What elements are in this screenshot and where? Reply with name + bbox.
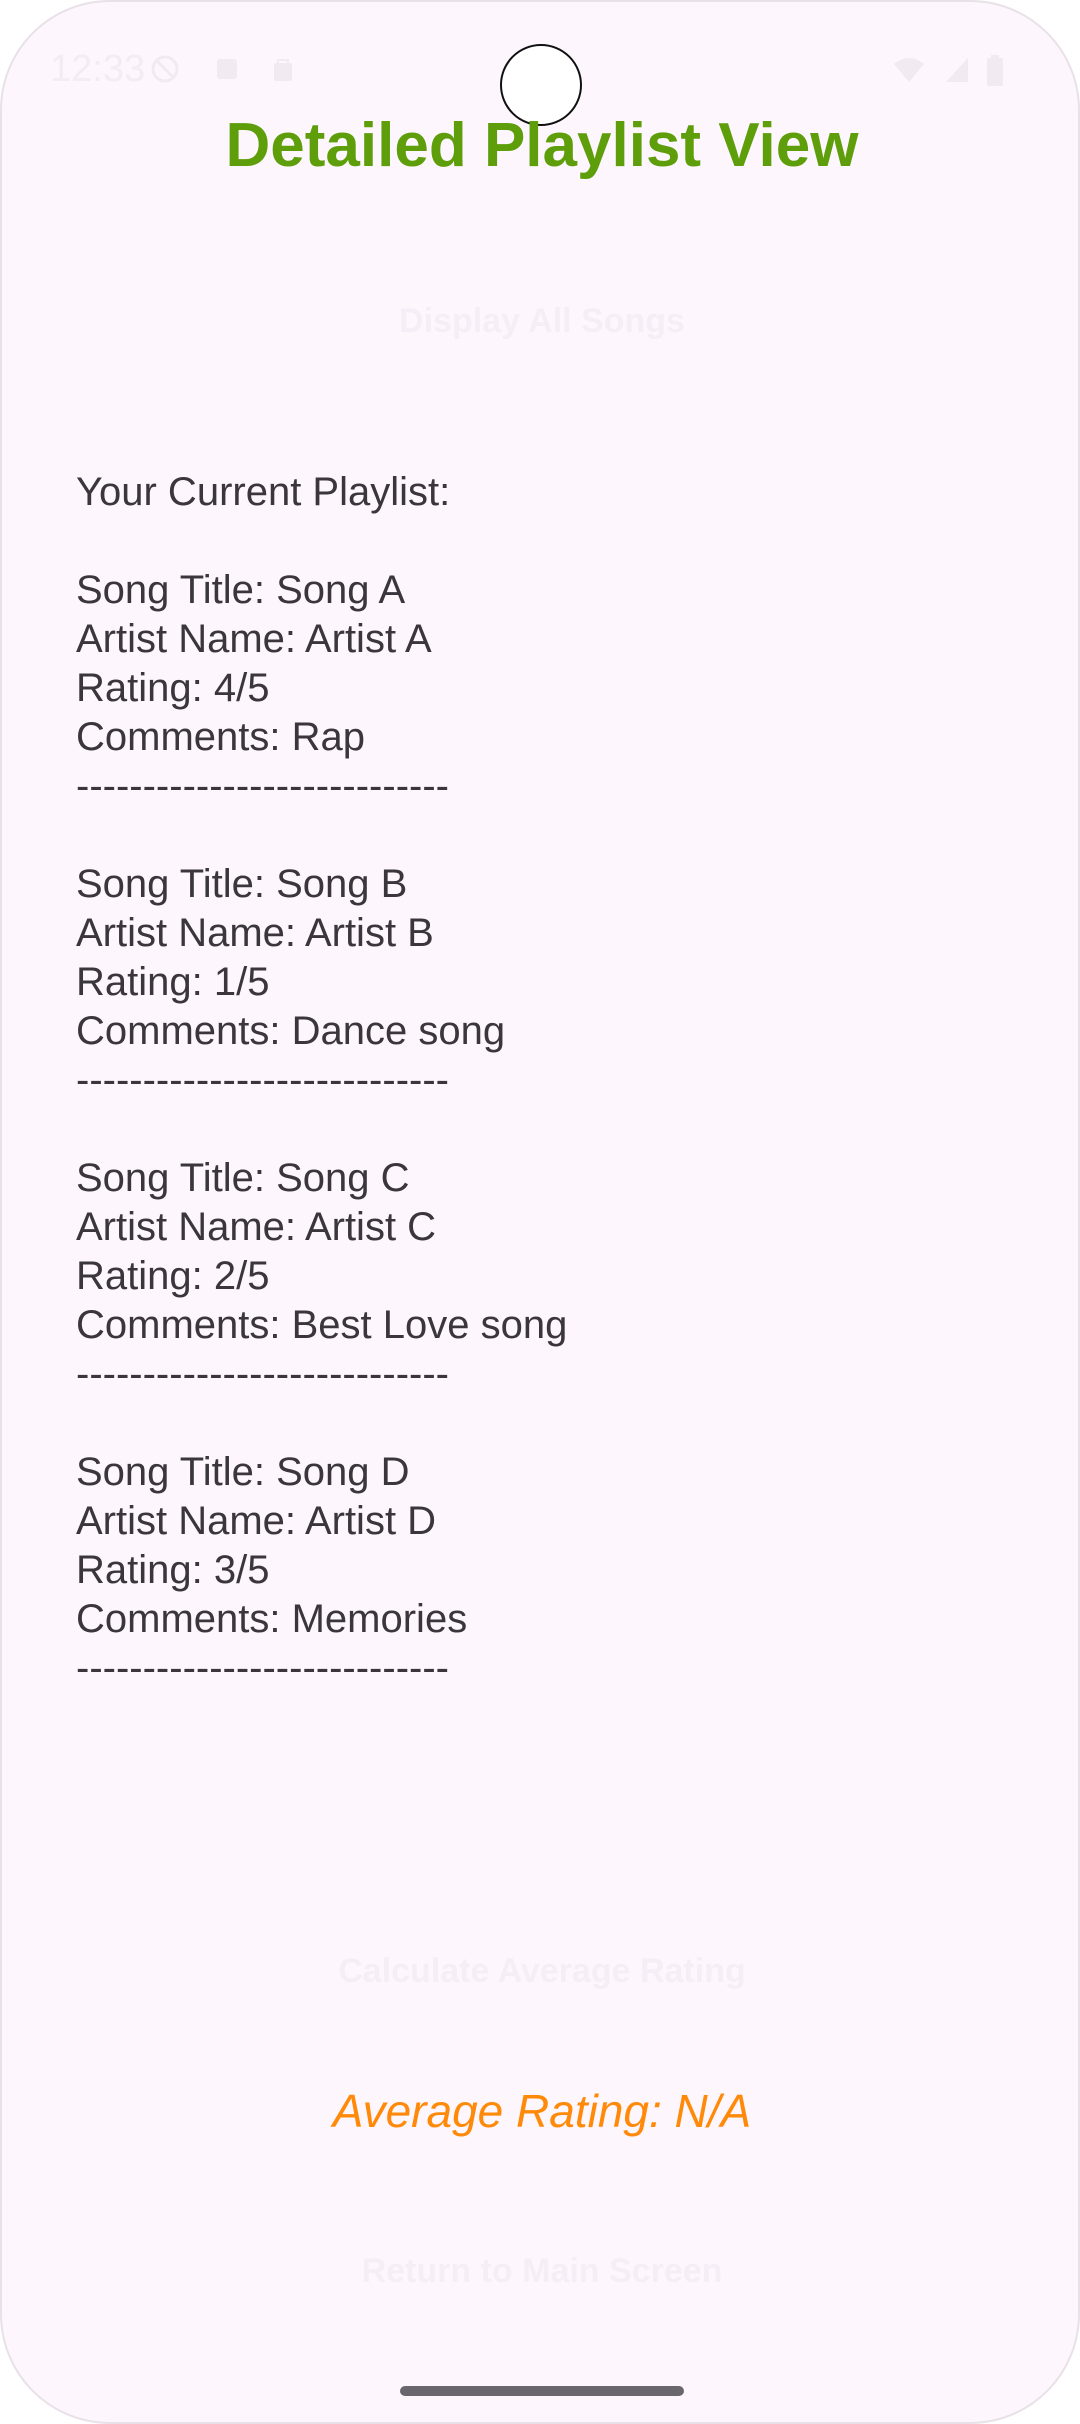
song-comments: Comments: Memories	[76, 1597, 468, 1641]
song-entry: Song Title: Song B Artist Name: Artist B…	[76, 860, 1016, 1105]
song-rating: Rating: 2/5	[76, 1254, 270, 1298]
bag-icon	[268, 54, 298, 84]
sd-card-icon	[212, 54, 242, 84]
song-separator: ----------------------------	[76, 1352, 449, 1396]
song-artist: Artist Name: Artist C	[76, 1205, 437, 1249]
song-entry: Song Title: Song C Artist Name: Artist C…	[76, 1154, 1016, 1399]
song-artist: Artist Name: Artist B	[76, 911, 434, 955]
song-comments: Comments: Best Love song	[76, 1303, 568, 1347]
battery-icon	[984, 54, 1014, 86]
song-title: Song Title: Song C	[76, 1156, 410, 1200]
song-separator: ----------------------------	[76, 1058, 449, 1102]
song-separator: ----------------------------	[76, 1646, 449, 1690]
page-title: Detailed Playlist View	[225, 111, 859, 180]
status-time: 12:33	[50, 48, 146, 90]
song-separator: ----------------------------	[76, 764, 449, 808]
return-main-button[interactable]: Return to Main Screen	[2, 2252, 1078, 2291]
song-rating: Rating: 4/5	[76, 666, 270, 710]
calculate-average-button[interactable]: Calculate Average Rating	[2, 1952, 1078, 1991]
signal-icon	[942, 54, 972, 84]
song-rating: Rating: 3/5	[76, 1548, 270, 1592]
phone-screen: 12:33 Detailed Playlist View Display All…	[0, 0, 1080, 2424]
display-all-songs-button[interactable]: Display All Songs	[2, 302, 1078, 341]
song-artist: Artist Name: Artist D	[76, 1499, 437, 1543]
do-not-disturb-icon	[150, 54, 180, 84]
song-entry: Song Title: Song A Artist Name: Artist A…	[76, 566, 1016, 811]
song-title: Song Title: Song A	[76, 568, 406, 612]
playlist-heading: Your Current Playlist:	[76, 470, 451, 514]
song-title: Song Title: Song B	[76, 862, 408, 906]
home-indicator[interactable]	[400, 2386, 684, 2396]
playlist-text: Your Current Playlist: Song Title: Song …	[76, 468, 1016, 1693]
song-title: Song Title: Song D	[76, 1450, 410, 1494]
wifi-icon	[892, 54, 924, 84]
song-rating: Rating: 1/5	[76, 960, 270, 1004]
average-rating-text: Average Rating: N/A	[332, 2085, 752, 2137]
song-entry: Song Title: Song D Artist Name: Artist D…	[76, 1448, 1016, 1693]
song-comments: Comments: Dance song	[76, 1009, 506, 1053]
song-artist: Artist Name: Artist A	[76, 617, 432, 661]
song-comments: Comments: Rap	[76, 715, 365, 759]
